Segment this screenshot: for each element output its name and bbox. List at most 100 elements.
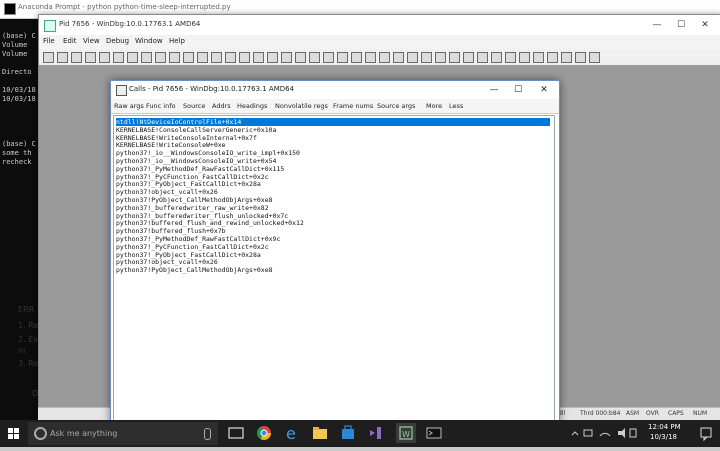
toolbar-button-icon[interactable] <box>435 52 446 63</box>
stack-frame-row[interactable]: python37!_PyMethodDef_RawFastCallDict+0x… <box>116 235 280 243</box>
toolbar-button-icon[interactable] <box>589 52 600 63</box>
option-headings[interactable]: Headings <box>237 102 267 110</box>
stack-frame-row[interactable]: python37!_PyMethodDef_RawFastCallDict+0x… <box>116 165 284 173</box>
microphone-icon[interactable] <box>204 428 211 440</box>
edge-icon[interactable]: e <box>282 423 302 443</box>
toolbar-button-icon[interactable] <box>281 52 292 63</box>
close-icon[interactable]: ✕ <box>533 83 555 97</box>
toolbar-button-icon[interactable] <box>183 52 194 63</box>
stack-frame-row[interactable]: KERNELBASE!ConsoleCallServerGeneric+0x10… <box>116 126 276 134</box>
toolbar-button-icon[interactable] <box>43 52 54 63</box>
toolbar-button-icon[interactable] <box>477 52 488 63</box>
toolbar-button-icon[interactable] <box>505 52 516 63</box>
toolbar-button-icon[interactable] <box>533 52 544 63</box>
toolbar-button-icon[interactable] <box>295 52 306 63</box>
system-tray-icons[interactable] <box>568 423 638 443</box>
option-nonvolatile-regs[interactable]: Nonvolatile regs <box>275 102 328 110</box>
clock-date[interactable]: 10/3/18 <box>650 433 677 441</box>
terminal-icon[interactable] <box>424 423 444 443</box>
file-explorer-icon[interactable] <box>310 423 330 443</box>
toolbar-button-icon[interactable] <box>197 52 208 63</box>
toolbar-button-icon[interactable] <box>421 52 432 63</box>
menu-window[interactable]: Window <box>135 37 163 45</box>
store-icon[interactable] <box>338 423 358 443</box>
search-input[interactable]: Ask me anything <box>50 429 117 438</box>
toolbar-button-icon[interactable] <box>99 52 110 63</box>
stack-frame-row[interactable]: python37!_PyCFunction_FastCallDict+0x2c <box>116 173 269 181</box>
stack-frame-row[interactable]: python37!_PyCFunction_FastCallDict+0x2c <box>116 243 269 251</box>
maximize-icon[interactable]: ☐ <box>669 18 693 32</box>
stack-frame-row[interactable]: KERNELBASE!WriteConsoleW+0xe <box>116 141 226 149</box>
option-func-info[interactable]: Func info <box>146 102 175 110</box>
stack-frame-row[interactable]: KERNELBASE!WriteConsoleInternal+0x7f <box>116 134 257 142</box>
stack-frame-row[interactable]: ntdll!NtDeviceIoControlFile+0x14 <box>116 118 550 126</box>
calls-window[interactable]: Calls - Pid 7656 - WinDbg:10.0.17763.1 A… <box>110 80 560 427</box>
maximize-icon[interactable]: ☐ <box>507 83 529 97</box>
toolbar-button-icon[interactable] <box>407 52 418 63</box>
stack-frame-row[interactable]: python37!PyObject_CallMethodObjArgs+0xe8 <box>116 196 273 204</box>
notification-icon[interactable] <box>696 423 716 443</box>
close-icon[interactable]: ✕ <box>693 18 717 32</box>
stack-frame-row[interactable]: python37!_io__WindowsConsoleIO_write+0x5… <box>116 157 276 165</box>
toolbar-button-icon[interactable] <box>141 52 152 63</box>
toolbar-button-icon[interactable] <box>575 52 586 63</box>
windbg-taskbar-icon[interactable]: W <box>396 423 416 443</box>
stack-frame-row[interactable]: python37!object_vcall+0x26 <box>116 258 218 266</box>
toolbar-button-icon[interactable] <box>351 52 362 63</box>
stack-frame-row[interactable]: python37!object_vcall+0x26 <box>116 188 218 196</box>
toolbar-button-icon[interactable] <box>267 52 278 63</box>
windbg-titlebar[interactable]: Pid 7656 - WinDbg:10.0.17763.1 AMD64 — ☐… <box>39 15 720 35</box>
menu-debug[interactable]: Debug <box>106 37 129 45</box>
toolbar-button-icon[interactable] <box>379 52 390 63</box>
stack-frame-row[interactable]: python37!_io__WindowsConsoleIO_write_imp… <box>116 149 300 157</box>
toolbar-button-icon[interactable] <box>127 52 138 63</box>
toolbar-button-icon[interactable] <box>561 52 572 63</box>
clock-time[interactable]: 12:04 PM <box>648 423 681 431</box>
calls-titlebar[interactable]: Calls - Pid 7656 - WinDbg:10.0.17763.1 A… <box>111 81 559 99</box>
toolbar-button-icon[interactable] <box>71 52 82 63</box>
stack-frame-row[interactable]: python37!PyObject_CallMethodObjArgs+0xe8 <box>116 266 273 274</box>
menu-help[interactable]: Help <box>169 37 185 45</box>
visual-studio-icon[interactable] <box>366 423 386 443</box>
option-addrs[interactable]: Addrs <box>212 102 231 110</box>
menu-edit[interactable]: Edit <box>63 37 77 45</box>
menu-file[interactable]: File <box>43 37 55 45</box>
minimize-icon[interactable]: — <box>483 83 505 97</box>
toolbar-button-icon[interactable] <box>85 52 96 63</box>
toolbar-button-icon[interactable] <box>225 52 236 63</box>
toolbar-button-icon[interactable] <box>309 52 320 63</box>
menu-view[interactable]: View <box>83 37 100 45</box>
toolbar-button-icon[interactable] <box>57 52 68 63</box>
stack-frame-row[interactable]: python37!_bufferedwriter_flush_unlocked+… <box>116 212 288 220</box>
toolbar-button-icon[interactable] <box>113 52 124 63</box>
toolbar-button-icon[interactable] <box>449 52 460 63</box>
more-button[interactable]: More <box>426 102 442 110</box>
stack-frame-row[interactable]: python37!_PyObject_FastCallDict+0x28a <box>116 180 261 188</box>
toolbar-button-icon[interactable] <box>393 52 404 63</box>
call-stack-list[interactable]: ntdll!NtDeviceIoControlFile+0x14 KERNELBA… <box>113 115 555 422</box>
chrome-icon[interactable] <box>254 423 274 443</box>
task-view-icon[interactable] <box>226 423 246 443</box>
less-button[interactable]: Less <box>449 102 463 110</box>
option-source-args[interactable]: Source args <box>377 102 415 110</box>
minimize-icon[interactable]: — <box>645 18 669 32</box>
stack-frame-row[interactable]: python37!buffered_flush+0x7b <box>116 227 226 235</box>
toolbar-button-icon[interactable] <box>239 52 250 63</box>
option-raw-args[interactable]: Raw args <box>114 102 144 110</box>
toolbar-button-icon[interactable] <box>337 52 348 63</box>
search-box[interactable]: Ask me anything <box>28 422 218 445</box>
toolbar-button-icon[interactable] <box>211 52 222 63</box>
toolbar-button-icon[interactable] <box>547 52 558 63</box>
toolbar-button-icon[interactable] <box>169 52 180 63</box>
toolbar-button-icon[interactable] <box>463 52 474 63</box>
option-source[interactable]: Source <box>183 102 205 110</box>
option-frame-nums[interactable]: Frame nums <box>333 102 373 110</box>
toolbar-button-icon[interactable] <box>155 52 166 63</box>
toolbar-button-icon[interactable] <box>253 52 264 63</box>
toolbar-button-icon[interactable] <box>491 52 502 63</box>
toolbar-button-icon[interactable] <box>323 52 334 63</box>
toolbar-button-icon[interactable] <box>519 52 530 63</box>
stack-frame-row[interactable]: python37!buffered_flush_and_rewind_unloc… <box>116 219 304 227</box>
start-button[interactable] <box>0 420 28 447</box>
toolbar-button-icon[interactable] <box>365 52 376 63</box>
